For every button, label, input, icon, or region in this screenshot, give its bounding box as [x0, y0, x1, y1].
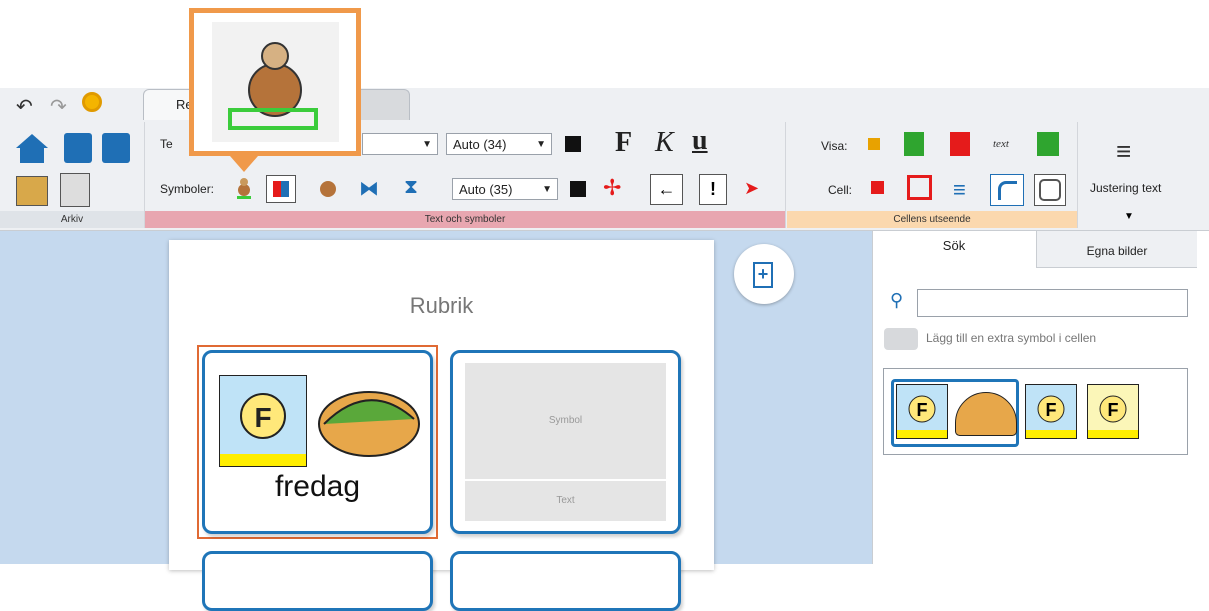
- page-title[interactable]: Rubrik: [169, 293, 714, 319]
- undo-icon[interactable]: ↶: [16, 94, 33, 119]
- add-extra-symbol-label[interactable]: Lägg till en extra symbol i cellen: [926, 331, 1096, 345]
- text-symbols-footer: Text och symboler: [145, 211, 785, 228]
- symbols-label: Symboler:: [160, 182, 215, 196]
- underline-button[interactable]: u: [692, 125, 708, 157]
- tab-search[interactable]: Sök: [873, 231, 1035, 267]
- text-size-dropdown[interactable]: Auto (34) ▼: [446, 133, 552, 155]
- justify-text-icon[interactable]: ≡: [1116, 138, 1131, 164]
- color-grid-icon: [273, 181, 289, 197]
- save-icon[interactable]: [64, 133, 92, 163]
- svg-text:F: F: [917, 400, 928, 420]
- home-icon-body: [20, 147, 44, 163]
- arrow-left-button[interactable]: ←: [650, 174, 683, 205]
- text-font-dropdown[interactable]: ▼: [362, 133, 438, 155]
- show-symbol-text-icon[interactable]: [904, 132, 924, 156]
- symbol-color-button[interactable]: [266, 175, 296, 203]
- callout-pointer: [230, 156, 258, 172]
- show-text-symbol-icon[interactable]: [950, 132, 970, 156]
- svg-text:F: F: [1108, 400, 1119, 420]
- symbol-hourglass-icon[interactable]: ⧗: [404, 176, 418, 199]
- sun-friday-symbol: F: [219, 375, 307, 467]
- bold-button[interactable]: F: [615, 127, 632, 159]
- svg-text:F: F: [1046, 400, 1057, 420]
- cell-row2-right[interactable]: [450, 551, 681, 611]
- arrow-red-icon[interactable]: ➤: [744, 178, 759, 199]
- justify-dropdown-arrow[interactable]: ▼: [1124, 211, 1134, 222]
- cat-small-svg: [237, 178, 251, 199]
- justify-text-label[interactable]: Justering text: [1090, 181, 1161, 195]
- sun-svg: F: [220, 393, 306, 466]
- cat-symbol-svg: [228, 42, 318, 130]
- taco-symbol: [314, 379, 424, 459]
- cell-line-thickness-icon[interactable]: ≡: [953, 177, 966, 203]
- cell-rounded-button[interactable]: [1034, 174, 1066, 206]
- crossed-arrows-icon[interactable]: ✢: [603, 175, 621, 201]
- add-page-button[interactable]: +: [734, 244, 794, 304]
- corner-icon: [997, 180, 1017, 200]
- svg-text:F: F: [254, 402, 271, 433]
- cell-border-icon[interactable]: [907, 175, 932, 200]
- add-extra-symbol-icon[interactable]: [884, 328, 918, 350]
- hide-icon[interactable]: [1037, 132, 1059, 156]
- file-group-footer: Arkiv: [0, 211, 144, 228]
- home-icon[interactable]: [16, 134, 48, 148]
- redo-icon[interactable]: ↷: [50, 94, 67, 119]
- rounded-square-icon: [1039, 179, 1061, 201]
- add-page-icon: +: [753, 262, 773, 288]
- cell-row2-left[interactable]: [202, 551, 433, 611]
- cell-appearance-footer: Cellens utseende: [787, 211, 1077, 228]
- symbol-size-dropdown[interactable]: Auto (35) ▼: [452, 178, 558, 200]
- tab-own-images[interactable]: Egna bilder: [1036, 231, 1197, 268]
- cell-label: Cell:: [828, 183, 853, 197]
- text-label: Te: [160, 137, 173, 151]
- cell-corner-button[interactable]: [990, 174, 1024, 206]
- symbol-skin-icon[interactable]: [320, 181, 336, 197]
- show-symbol-icon[interactable]: [868, 138, 880, 150]
- italic-button[interactable]: K: [655, 127, 674, 159]
- result-sun-1-svg: F: [897, 395, 947, 438]
- taco-svg: [318, 391, 420, 457]
- cat-symbol-icon: [212, 22, 339, 142]
- result-sun-3[interactable]: F: [1087, 384, 1139, 439]
- result-sun-2-svg: F: [1026, 395, 1076, 438]
- cell-fredag-text: fredag: [274, 470, 361, 503]
- symbol-color-swatch[interactable]: [570, 181, 586, 197]
- exclamation-button[interactable]: !: [699, 174, 727, 205]
- show-label: Visa:: [821, 139, 848, 153]
- cell-fill-icon[interactable]: [871, 181, 884, 194]
- settings-gear-icon[interactable]: [82, 92, 102, 112]
- print-layout-icon[interactable]: [16, 176, 48, 206]
- text-color-swatch[interactable]: [565, 136, 581, 152]
- search-icon: ⚲: [890, 290, 904, 310]
- result-sun-1: F: [896, 384, 948, 439]
- result-sun-3-svg: F: [1088, 395, 1138, 438]
- save-as-icon[interactable]: [102, 133, 130, 163]
- result-sun-2[interactable]: F: [1025, 384, 1077, 439]
- cat-small-icon[interactable]: [236, 176, 252, 200]
- pdf-print-icon[interactable]: [60, 173, 90, 207]
- text-placeholder: Text: [465, 481, 666, 521]
- show-text-only-icon[interactable]: text: [993, 138, 1009, 150]
- symbol-placeholder: Symbol: [465, 363, 666, 479]
- symbol-flip-icon[interactable]: ⧓: [359, 176, 379, 201]
- search-input[interactable]: [917, 289, 1188, 317]
